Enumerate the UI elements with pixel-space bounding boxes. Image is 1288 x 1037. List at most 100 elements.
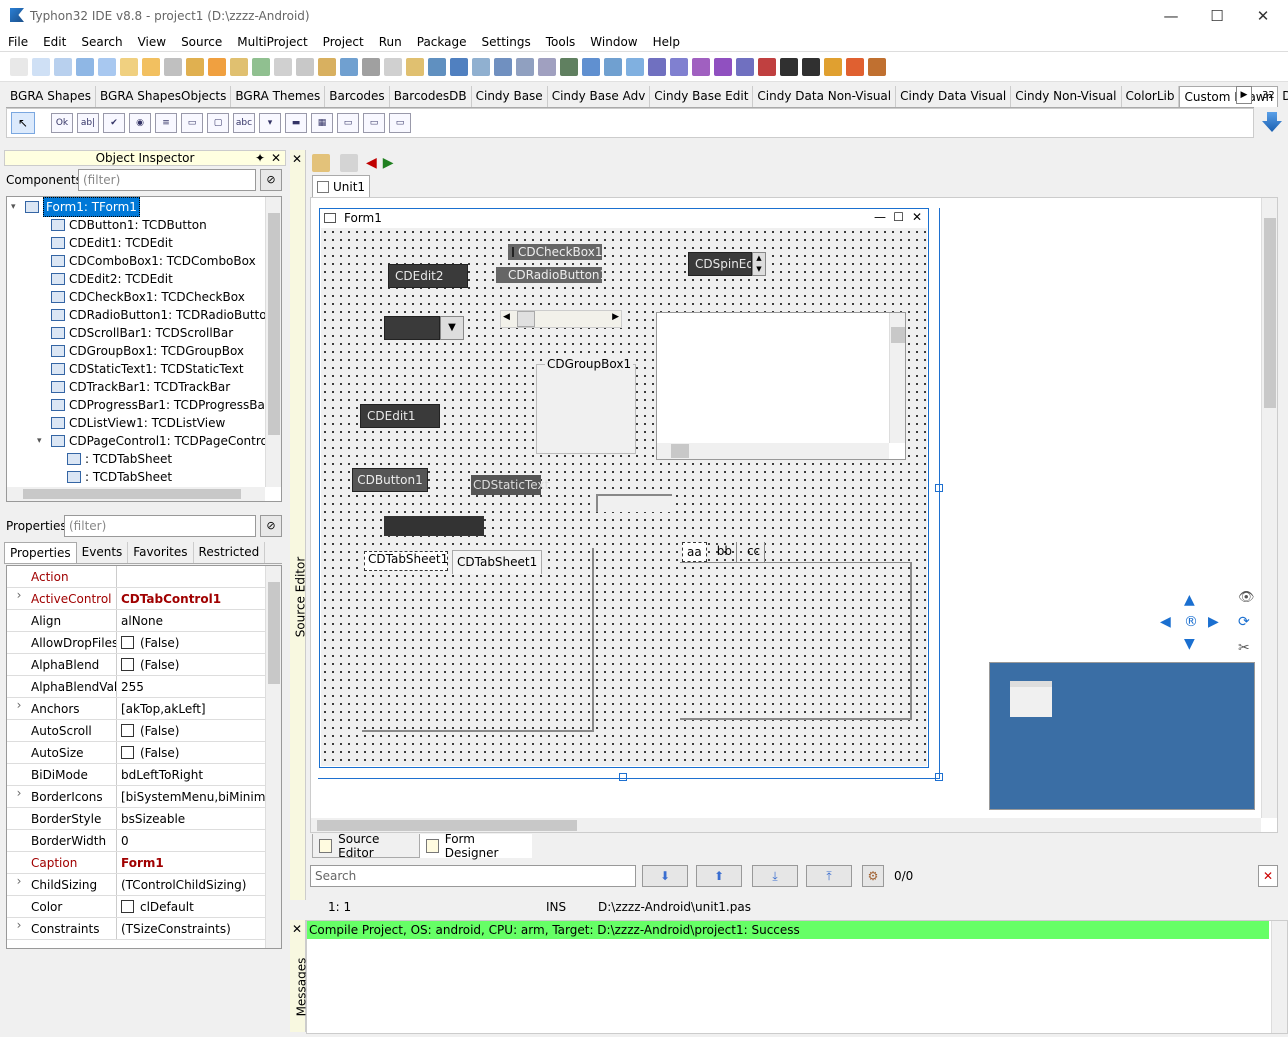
property-expand-icon[interactable]: › — [7, 918, 31, 939]
toolbar-button-36-icon[interactable] — [780, 57, 798, 76]
pin-icon[interactable]: ✦ — [255, 151, 265, 165]
palette-tab-data-e[interactable]: Data E — [1278, 86, 1288, 107]
refresh-icon[interactable]: ⟳ — [1238, 614, 1250, 630]
nav-up-icon[interactable]: ▲ — [1184, 592, 1195, 608]
toolbar-button-13-icon[interactable] — [274, 57, 292, 76]
menu-package[interactable]: Package — [409, 35, 474, 49]
property-value[interactable]: bdLeftToRight — [117, 764, 281, 785]
toolbar-button-6-icon[interactable] — [120, 57, 138, 76]
tree-item[interactable]: CDCheckBox1: TCDCheckBox — [7, 288, 281, 306]
tree-item[interactable]: CDEdit2: TCDEdit — [7, 270, 281, 288]
property-value[interactable]: 0 — [117, 830, 281, 851]
tree-expander-icon[interactable]: ▾ — [37, 432, 49, 450]
tree-hscrollbar[interactable] — [7, 487, 265, 501]
spin-buttons[interactable]: ▲ ▼ — [752, 252, 766, 276]
cdedit2-control[interactable]: CDEdit2 — [388, 264, 468, 288]
cdedit1-control[interactable]: CDEdit1 — [360, 404, 440, 428]
property-row[interactable]: Action — [7, 566, 281, 588]
property-value[interactable]: clDefault — [117, 896, 281, 917]
menu-search[interactable]: Search — [73, 35, 129, 49]
toolbar-button-39-icon[interactable] — [846, 57, 864, 76]
components-filter-input[interactable]: (filter) — [78, 169, 256, 191]
property-expand-icon[interactable]: › — [7, 874, 31, 895]
toolbar-button-26-icon[interactable] — [560, 57, 578, 76]
find-first-button[interactable]: ⤒ — [806, 865, 852, 887]
palette-tab-barcodesdb[interactable]: BarcodesDB — [389, 86, 472, 107]
tree-item[interactable]: : TCDTabSheet — [7, 450, 281, 468]
toolbar-button-19-icon[interactable] — [406, 57, 424, 76]
property-checkbox[interactable] — [121, 746, 134, 759]
property-value[interactable]: alNone — [117, 610, 281, 631]
palette-tab-bgra-shapesobjects[interactable]: BGRA ShapesObjects — [96, 86, 232, 107]
cdcombobox-control[interactable] — [384, 316, 440, 340]
palette-tab-bgra-shapes[interactable]: BGRA Shapes — [6, 86, 97, 107]
tree-item[interactable]: CDGroupBox1: TCDGroupBox — [7, 342, 281, 360]
palette-tab-barcodes[interactable]: Barcodes — [325, 86, 390, 107]
palette-tab-cindy-base-edit[interactable]: Cindy Base Edit — [650, 86, 754, 107]
palette-component-1-icon[interactable]: Ok — [51, 113, 73, 133]
toolbar-button-29-icon[interactable] — [626, 57, 644, 76]
cdbutton1-control[interactable]: CDButton1 — [352, 468, 428, 492]
tree-expander-icon[interactable]: ▾ — [11, 198, 23, 216]
menu-project[interactable]: Project — [315, 35, 371, 49]
tree-item[interactable]: CDRadioButton1: TCDRadioButton — [7, 306, 281, 324]
palette-tab-bgra-themes[interactable]: BGRA Themes — [231, 86, 326, 107]
toolbar-button-35-icon[interactable] — [758, 57, 776, 76]
back-arrow-icon[interactable]: ◀ — [366, 155, 377, 171]
cdspinedit-control[interactable]: CDSpinEdit — [688, 252, 752, 276]
toolbar-button-8-icon[interactable] — [164, 57, 182, 76]
palette-component-9-icon[interactable]: ▾ — [259, 113, 281, 133]
property-row[interactable]: Caption Form1 — [7, 852, 281, 874]
combo-dropdown-icon[interactable]: ▼ — [440, 316, 464, 340]
dock-close-icon[interactable]: ✕ — [292, 152, 302, 166]
toolbar-button-2-icon[interactable] — [32, 57, 50, 76]
tree-item[interactable]: CDListView1: TCDListView — [7, 414, 281, 432]
nav-right-icon[interactable]: ▶ — [1208, 614, 1219, 630]
cdcheckbox-control[interactable]: CDCheckBox1 — [508, 244, 602, 260]
toolbar-button-14-icon[interactable] — [296, 57, 314, 76]
cdpagecontrol-control[interactable] — [362, 548, 594, 732]
tab-cdtabsheet1-a[interactable]: CDTabSheet1 — [364, 551, 448, 571]
inspector-tab-favorites[interactable]: Favorites — [128, 542, 194, 563]
palette-component-6-icon[interactable]: ▭ — [181, 113, 203, 133]
property-value[interactable]: (False) — [117, 654, 281, 675]
palette-tab-cindy-non-visual[interactable]: Cindy Non-Visual — [1011, 86, 1122, 107]
property-value[interactable]: Form1 — [117, 852, 281, 873]
property-value[interactable]: 255 — [117, 676, 281, 697]
toolbar-button-40-icon[interactable] — [868, 57, 886, 76]
property-row[interactable]: AutoSize (False) — [7, 742, 281, 764]
property-checkbox[interactable] — [121, 724, 134, 737]
toolbar-button-32-icon[interactable] — [692, 57, 710, 76]
menu-file[interactable]: File — [0, 35, 35, 49]
toolbar-button-33-icon[interactable] — [714, 57, 732, 76]
toolbar-button-18-icon[interactable] — [384, 57, 402, 76]
property-row[interactable]: Align alNone — [7, 610, 281, 632]
toolbar-button-28-icon[interactable] — [604, 57, 622, 76]
property-expand-icon[interactable]: › — [7, 786, 31, 807]
tabcontrol-tab-cc[interactable]: cc — [743, 542, 766, 562]
property-row[interactable]: Color clDefault — [7, 896, 281, 918]
nav-center-icon[interactable]: ® — [1184, 614, 1198, 630]
palette-component-4-icon[interactable]: ◉ — [129, 113, 151, 133]
palette-component-14-icon[interactable]: ▭ — [389, 113, 411, 133]
property-checkbox[interactable] — [121, 658, 134, 671]
pointer-tool-icon[interactable]: ↖ — [11, 112, 35, 134]
toolbar-button-27-icon[interactable] — [582, 57, 600, 76]
tabcontrol-tab-aa[interactable]: aa — [682, 542, 707, 562]
tree-scrollbar[interactable] — [265, 197, 281, 487]
tab-cdtabsheet1-b[interactable]: CDTabSheet1 — [452, 550, 542, 574]
property-value[interactable] — [117, 566, 281, 587]
toolbar-button-16-icon[interactable] — [340, 57, 358, 76]
tree-item[interactable]: ▾ CDPageControl1: TCDPageControl — [7, 432, 281, 450]
toolbar-button-34-icon[interactable] — [736, 57, 754, 76]
nav-left-icon[interactable]: ◀ — [1160, 614, 1171, 630]
property-row[interactable]: AlphaBlendValu 255 — [7, 676, 281, 698]
tree-item[interactable]: ▾ Form1: TForm1 — [7, 197, 281, 217]
palette-component-11-icon[interactable]: ▦ — [311, 113, 333, 133]
message-line[interactable]: Compile Project, OS: android, CPU: arm, … — [307, 921, 1269, 939]
property-checkbox[interactable] — [121, 900, 134, 913]
toolbar-button-7-icon[interactable] — [142, 57, 160, 76]
tools-icon[interactable]: ✂ — [1238, 640, 1250, 656]
tabcontrol-tab-bb[interactable]: bb — [713, 542, 737, 562]
palette-component-3-icon[interactable]: ✔ — [103, 113, 125, 133]
